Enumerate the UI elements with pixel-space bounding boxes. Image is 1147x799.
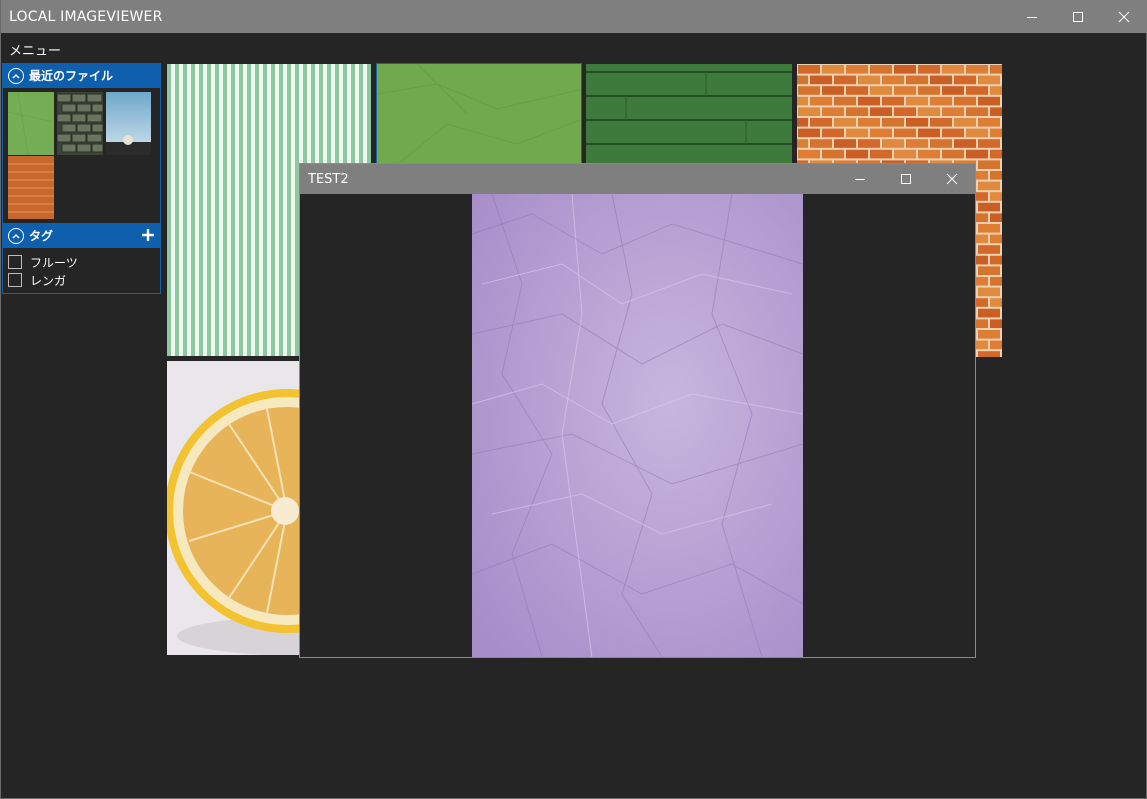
image-tile-green-wood[interactable] — [586, 64, 792, 163]
minimize-icon — [1027, 16, 1037, 18]
minimize-button[interactable] — [1009, 0, 1055, 33]
maximize-button[interactable] — [1055, 0, 1101, 33]
title-bar[interactable]: LOCAL IMAGEVIEWER — [1, 0, 1147, 33]
tags-title: タグ — [29, 229, 54, 243]
plus-icon[interactable] — [139, 226, 157, 244]
menu-button[interactable]: メニュー — [9, 40, 61, 59]
minimize-icon — [855, 179, 865, 180]
recent-thumb-brick[interactable] — [8, 156, 54, 219]
tag-item-fruits[interactable]: フルーツ — [8, 253, 160, 271]
maximize-icon — [1073, 11, 1083, 22]
recent-thumb-green-paper[interactable] — [8, 92, 54, 155]
viewer-close-button[interactable] — [929, 164, 975, 194]
tag-item-brick[interactable]: レンガ — [8, 271, 160, 289]
image-tile-green-paper[interactable] — [376, 63, 582, 164]
image-tile-grapefruit[interactable] — [167, 361, 301, 655]
close-icon — [946, 173, 958, 185]
close-icon — [1118, 11, 1130, 22]
chevron-up-circle-icon[interactable] — [8, 67, 24, 84]
viewer-title: TEST2 — [308, 172, 349, 187]
maximize-icon — [901, 174, 911, 184]
viewer-image-purple-paper[interactable] — [472, 194, 803, 657]
tags-list: フルーツ レンガ — [3, 248, 160, 293]
tags-header[interactable]: タグ — [3, 223, 160, 248]
close-button[interactable] — [1101, 0, 1147, 33]
recent-files-title: 最近のファイル — [29, 69, 114, 83]
viewer-title-bar[interactable]: TEST2 — [300, 164, 975, 194]
viewer-minimize-button[interactable] — [837, 164, 883, 194]
side-panel: 最近のファイル タグ フルーツ レンガ — [2, 63, 161, 294]
chevron-up-circle-icon[interactable] — [8, 227, 24, 244]
recent-thumb-stone-wall[interactable] — [57, 92, 103, 155]
tag-label: フルーツ — [30, 255, 78, 270]
recent-thumb-sky[interactable] — [106, 92, 151, 155]
viewer-maximize-button[interactable] — [883, 164, 929, 194]
tag-label: レンガ — [30, 273, 67, 288]
window-title: LOCAL IMAGEVIEWER — [9, 9, 163, 25]
tag-checkbox[interactable] — [8, 255, 22, 269]
tag-checkbox[interactable] — [8, 273, 22, 287]
recent-files-grid — [3, 88, 160, 223]
recent-files-header[interactable]: 最近のファイル — [3, 63, 160, 88]
viewer-window: TEST2 — [299, 163, 976, 658]
